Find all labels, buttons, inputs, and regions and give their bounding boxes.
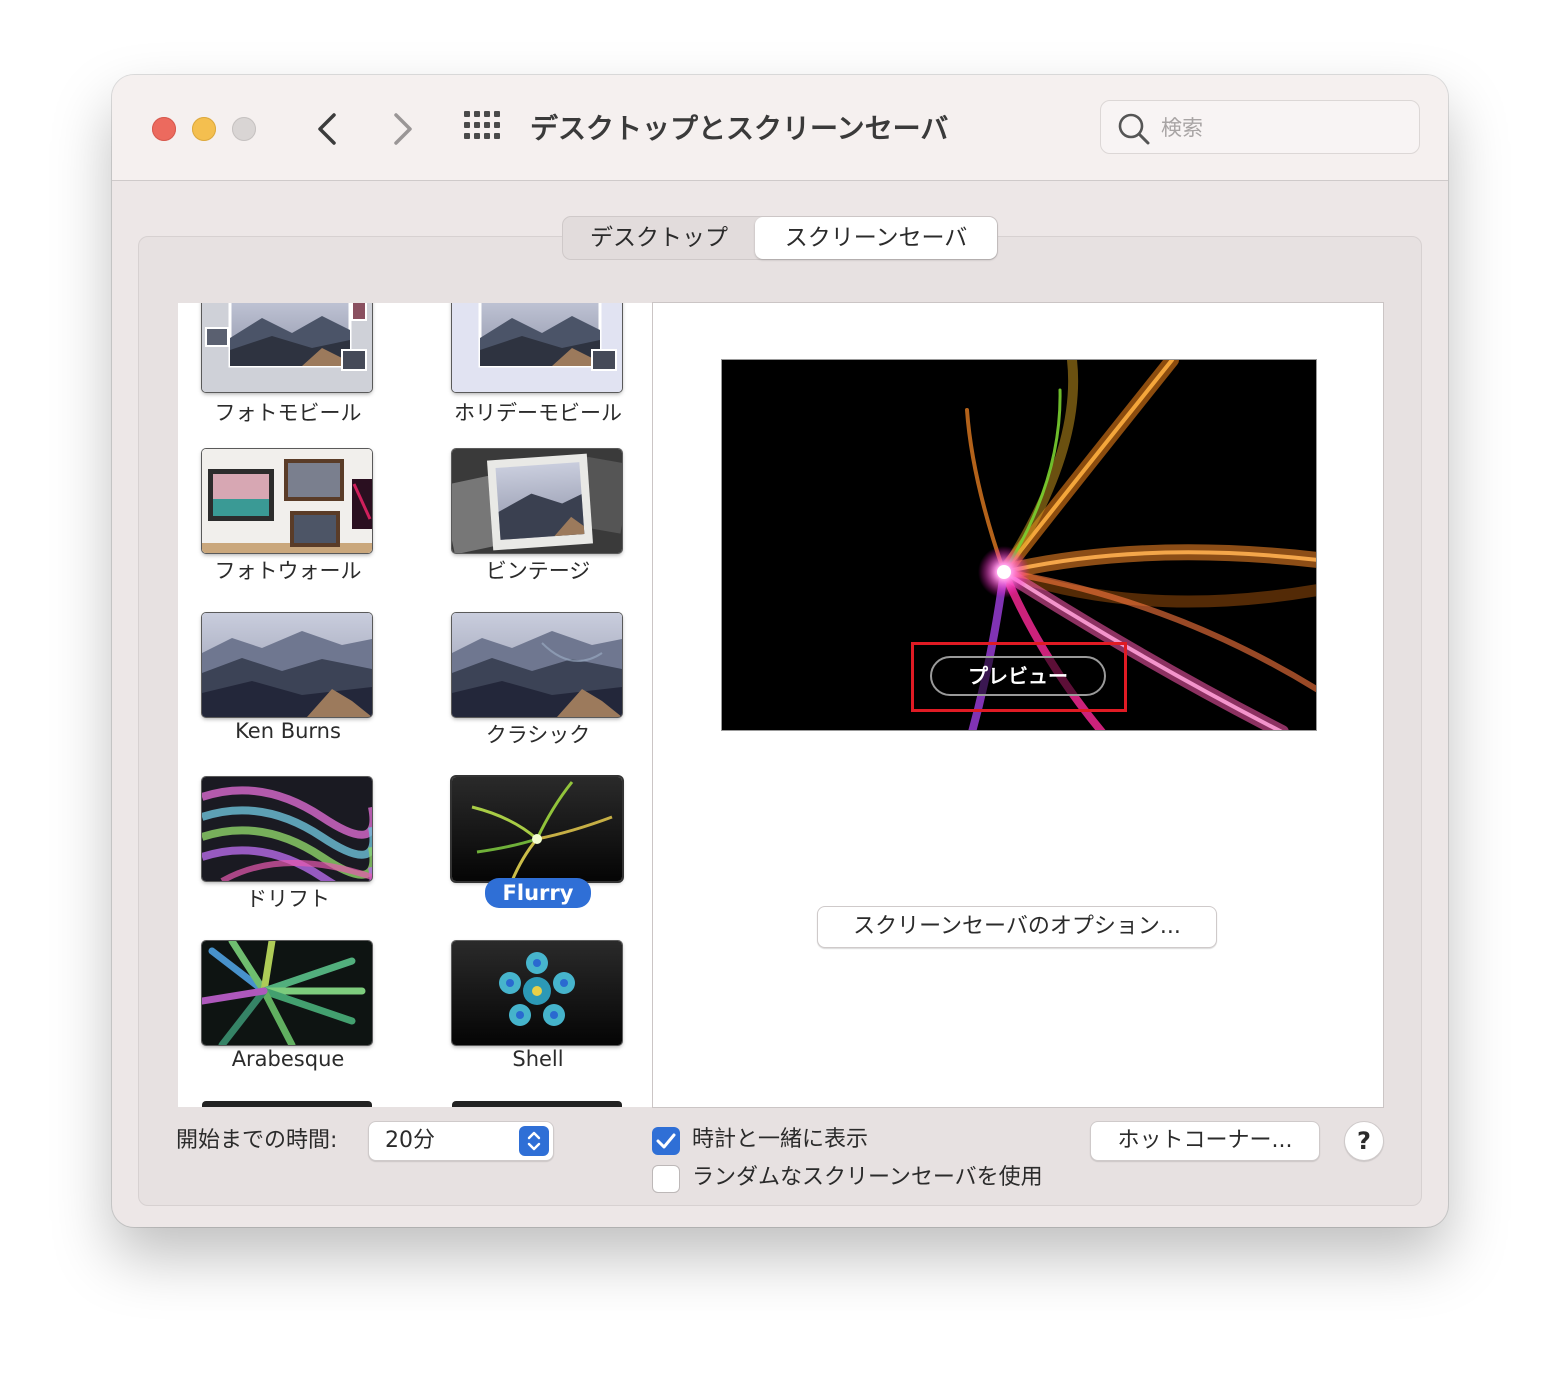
screensaver-label: ホリデーモビール bbox=[454, 401, 622, 425]
screensaver-item-classic[interactable]: クラシック bbox=[438, 591, 638, 751]
minimize-button[interactable] bbox=[192, 117, 216, 141]
flurry-thumbnail bbox=[452, 777, 622, 881]
screensaver-label: ビンテージ bbox=[485, 559, 591, 583]
screensaver-item-photo-mobile[interactable]: フォトモビール bbox=[188, 303, 388, 425]
tab-control: デスクトップ スクリーンセーバ bbox=[562, 216, 998, 260]
screensaver-item-ken-burns[interactable]: Ken Burns bbox=[188, 591, 388, 751]
screensaver-item-holiday-mobile[interactable]: ホリデーモビール bbox=[438, 303, 638, 425]
back-button[interactable] bbox=[308, 107, 348, 151]
screensaver-preview: プレビュー bbox=[721, 359, 1317, 731]
zoom-button bbox=[232, 117, 256, 141]
show-clock-label: 時計と一緒に表示 bbox=[692, 1127, 869, 1152]
stacked-prints-thumbnail bbox=[452, 449, 622, 553]
arabesque-thumbnail bbox=[202, 941, 372, 1045]
shell-thumbnail bbox=[452, 941, 622, 1045]
screensaver-item-partial[interactable] bbox=[452, 1101, 622, 1107]
screensaver-label: Arabesque bbox=[231, 1047, 345, 1071]
screensaver-list[interactable]: フォトモビール ホリデーモビール フォトウォール ビンテージ Ken Burns… bbox=[178, 303, 652, 1107]
search-field[interactable] bbox=[1100, 100, 1420, 154]
chevron-left-icon bbox=[318, 113, 336, 145]
random-screensaver-label: ランダムなスクリーンセーバを使用 bbox=[692, 1165, 1043, 1190]
screensaver-item-vintage[interactable]: ビンテージ bbox=[438, 427, 638, 587]
screensaver-item-arabesque[interactable]: Arabesque bbox=[188, 919, 388, 1079]
screensaver-label: ドリフト bbox=[246, 887, 330, 911]
chevron-right-icon bbox=[394, 113, 412, 145]
search-input[interactable] bbox=[1159, 111, 1403, 145]
help-button[interactable]: ? bbox=[1344, 1121, 1384, 1161]
mountain-thumbnail bbox=[452, 613, 622, 717]
show-all-button[interactable] bbox=[464, 111, 502, 143]
title-bar: デスクトップとスクリーンセーバ bbox=[112, 75, 1448, 181]
screensaver-label: Ken Burns bbox=[235, 719, 341, 743]
stepper-icon[interactable] bbox=[519, 1126, 549, 1156]
system-preferences-window: デスクトップとスクリーンセーバ デスクトップ スクリーンセーバ bbox=[112, 75, 1448, 1227]
drift-waves-thumbnail bbox=[202, 777, 372, 881]
screensaver-item-flurry[interactable]: Flurry bbox=[438, 755, 638, 915]
screensaver-options-button[interactable]: スクリーンセーバのオプション... bbox=[817, 906, 1217, 948]
screensaver-label: フォトモビール bbox=[214, 401, 362, 425]
grid-icon bbox=[464, 111, 500, 139]
search-icon bbox=[1118, 113, 1150, 145]
screensaver-item-drift[interactable]: ドリフト bbox=[188, 755, 388, 915]
checkmark-icon bbox=[656, 1133, 676, 1149]
screensaver-label: フォトウォール bbox=[214, 559, 362, 583]
start-after-value: 20分 bbox=[385, 1128, 435, 1153]
preview-area: プレビュー スクリーンセーバのオプション... bbox=[652, 302, 1384, 1108]
start-after-select[interactable]: 20分 bbox=[368, 1121, 554, 1161]
mountain-collage-thumbnail bbox=[452, 303, 622, 392]
random-screensaver-checkbox[interactable] bbox=[652, 1165, 680, 1193]
screensaver-label: クラシック bbox=[485, 723, 591, 747]
tab-desktop[interactable]: デスクトップ bbox=[563, 217, 755, 259]
tab-screensaver[interactable]: スクリーンセーバ bbox=[755, 217, 997, 259]
mountain-collage-thumbnail bbox=[202, 303, 372, 392]
window-title: デスクトップとスクリーンセーバ bbox=[530, 112, 949, 145]
highlight-box bbox=[911, 642, 1127, 712]
close-button[interactable] bbox=[152, 117, 176, 141]
framed-photos-thumbnail bbox=[202, 449, 372, 553]
forward-button[interactable] bbox=[382, 107, 422, 151]
screensaver-label: Shell bbox=[512, 1047, 564, 1071]
screensaver-item-shell[interactable]: Shell bbox=[438, 919, 638, 1079]
screensaver-item-partial[interactable] bbox=[202, 1101, 372, 1107]
hot-corners-button[interactable]: ホットコーナー... bbox=[1090, 1121, 1320, 1161]
show-clock-checkbox[interactable] bbox=[652, 1127, 680, 1155]
screensaver-label-selected: Flurry bbox=[438, 878, 638, 908]
start-after-label: 開始までの時間: bbox=[176, 1128, 338, 1153]
screensaver-item-photo-wall[interactable]: フォトウォール bbox=[188, 427, 388, 587]
mountain-thumbnail bbox=[202, 613, 372, 717]
